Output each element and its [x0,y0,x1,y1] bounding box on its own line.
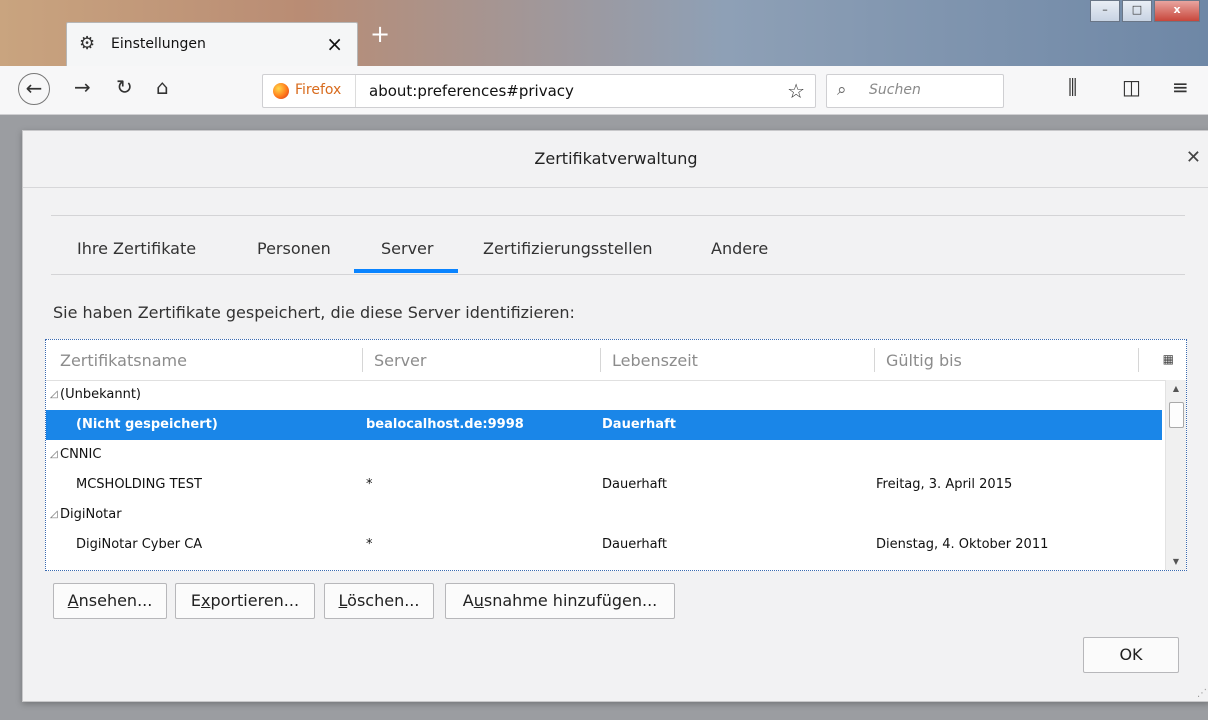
group-name: CNNIC [60,447,102,462]
column-separator[interactable] [1138,348,1139,372]
close-window-button[interactable]: x [1154,0,1200,22]
cell-lifetime: Dauerhaft [602,477,667,492]
scroll-up-icon[interactable]: ▲ [1166,384,1186,393]
table-row[interactable]: (Nicht gespeichert) bealocalhost.de:9998… [46,410,1162,440]
identity-box[interactable]: Firefox [263,75,356,107]
cell-name: DigiNotar Cyber CA [76,537,203,552]
cell-server: * [366,477,373,492]
tree-header: Zertifikatsname Server Lebenszeit Gültig… [46,340,1186,381]
cell-valid-until: Dienstag, 4. Oktober 2011 [876,537,1049,552]
certificate-tabs: Ihre Zertifikate Personen Server Zertifi… [51,215,1185,275]
description-text: Sie haben Zertifikate gespeichert, die d… [53,303,575,322]
scroll-thumb[interactable] [1169,402,1184,428]
column-header-lifetime[interactable]: Lebenszeit [612,351,698,370]
column-picker-icon[interactable]: ▦ [1163,352,1174,366]
close-icon[interactable]: ✕ [1186,147,1201,168]
tree-group-row[interactable]: ◿ CNNIC [46,440,1162,470]
column-separator[interactable] [600,348,601,372]
window-controls: – □ x [1088,0,1200,24]
column-separator[interactable] [362,348,363,372]
button-label: portieren... [210,591,300,610]
table-row[interactable]: MCSHOLDING TEST * Dauerhaft Freitag, 3. … [46,470,1162,500]
tree-group-row[interactable]: ◿ (Unbekannt) [46,380,1162,410]
tree-group-row[interactable]: ◿ DigiNotar [46,500,1162,530]
mnemonic: L [338,591,348,610]
scroll-down-icon[interactable]: ▼ [1166,557,1186,566]
url-bar[interactable]: Firefox about:preferences#privacy ☆ [262,74,816,108]
table-row[interactable]: DigiNotar Cyber CA * Dauerhaft Dienstag,… [46,530,1162,560]
mnemonic: x [201,591,211,610]
resize-grip-icon[interactable]: ⋰ [1197,688,1207,699]
reload-icon[interactable]: ↻ [116,75,133,99]
tab-others[interactable]: Andere [711,239,768,258]
search-input[interactable]: ⌕ Suchen [826,74,1004,108]
tab-servers[interactable]: Server [381,239,433,258]
new-tab-button[interactable]: + [366,22,394,50]
column-header-name[interactable]: Zertifikatsname [60,351,187,370]
button-label: E [190,591,202,610]
delete-button[interactable]: Löschen... [324,583,434,619]
button-label: nsehen... [78,591,153,610]
mnemonic: A [67,591,79,610]
back-icon[interactable]: ← [18,73,50,105]
browser-window: ⚙ Einstellungen × + – □ x ← → ↻ ⌂ Firefo… [0,0,1208,720]
sidebar-icon[interactable]: ◫ [1122,75,1141,99]
close-tab-icon[interactable]: × [326,32,343,56]
add-exception-button[interactable]: Ausnahme hinzufügen... [445,583,675,619]
maximize-button[interactable]: □ [1122,0,1152,22]
vertical-scrollbar[interactable]: ▲ ▼ [1165,380,1186,570]
firefox-icon [273,83,289,99]
dialog-title: Zertifikatverwaltung [534,149,698,168]
cell-lifetime: Dauerhaft [602,417,676,432]
certificate-manager-dialog: Zertifikatverwaltung ✕ Ihre Zertifikate … [22,130,1208,702]
cell-name: MCSHOLDING TEST [76,477,202,492]
mnemonic: u [473,591,484,610]
gear-icon: ⚙ [79,33,96,54]
twisty-icon[interactable]: ◿ [50,509,58,520]
certificate-tree[interactable]: Zertifikatsname Server Lebenszeit Gültig… [45,339,1187,571]
star-icon[interactable]: ☆ [787,79,805,103]
forward-icon[interactable]: → [74,75,91,99]
button-label: A [462,591,474,610]
active-tab-indicator [354,269,458,273]
tab-authorities[interactable]: Zertifizierungsstellen [483,239,653,258]
view-button[interactable]: Ansehen... [53,583,167,619]
cell-name: (Nicht gespeichert) [76,417,218,432]
export-button[interactable]: Exportieren... [175,583,315,619]
minimize-button[interactable]: – [1090,0,1120,22]
search-placeholder: Suchen [869,82,921,98]
cell-valid-until: Freitag, 3. April 2015 [876,477,1013,492]
cell-lifetime: Dauerhaft [602,537,667,552]
search-icon: ⌕ [837,80,847,100]
button-label: snahme hinzufügen... [483,591,658,610]
ok-button[interactable]: OK [1083,637,1179,673]
cell-server: * [366,537,373,552]
url-text[interactable]: about:preferences#privacy [369,82,574,100]
nav-bar: ← → ↻ ⌂ Firefox about:preferences#privac… [0,66,1208,115]
column-header-valid-until[interactable]: Gültig bis [886,351,962,370]
tab-title: Einstellungen [111,36,206,52]
twisty-icon[interactable]: ◿ [50,449,58,460]
tab-people[interactable]: Personen [257,239,331,258]
column-header-server[interactable]: Server [374,351,426,370]
group-name: DigiNotar [60,507,122,522]
identity-label: Firefox [295,82,342,98]
group-name: (Unbekannt) [60,387,141,402]
cell-server: bealocalhost.de:9998 [366,417,524,432]
twisty-icon[interactable]: ◿ [50,389,58,400]
column-separator[interactable] [874,348,875,372]
home-icon[interactable]: ⌂ [156,75,169,99]
dialog-header: Zertifikatverwaltung ✕ [23,131,1208,188]
menu-icon[interactable]: ≡ [1172,75,1189,99]
tab-your-certificates[interactable]: Ihre Zertifikate [77,239,196,258]
button-label: öschen... [347,591,420,610]
tab-strip: ⚙ Einstellungen × + – □ x [0,0,1208,67]
library-icon[interactable]: ⫼ [1068,75,1077,99]
tab-settings[interactable]: ⚙ Einstellungen × [66,22,358,67]
